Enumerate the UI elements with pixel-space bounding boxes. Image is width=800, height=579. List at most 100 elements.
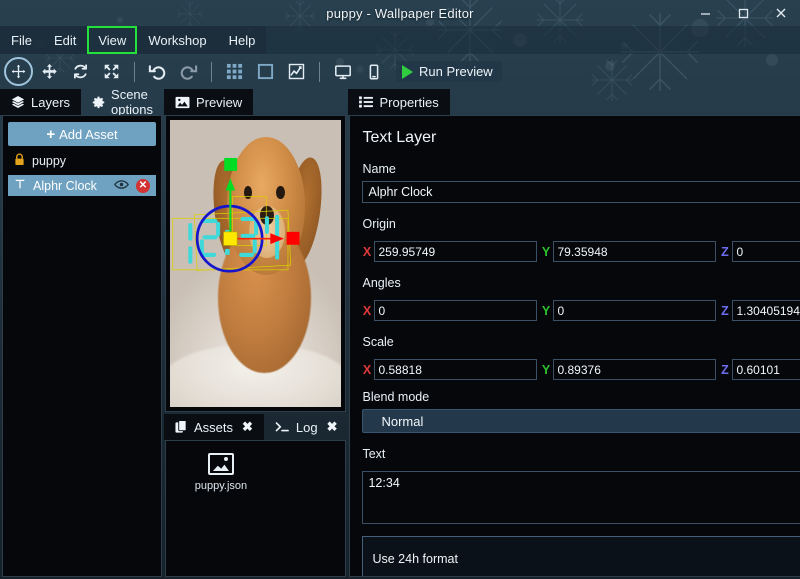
blend-mode-value: Normal — [381, 413, 424, 429]
angles-x-input[interactable] — [374, 300, 538, 321]
close-button[interactable] — [762, 0, 800, 26]
minimize-button[interactable] — [686, 0, 724, 26]
run-preview-button[interactable]: Run Preview — [396, 61, 502, 82]
redo-arrow-icon[interactable] — [174, 57, 203, 86]
toolbar: Run Preview — [0, 54, 800, 89]
tab-preview[interactable]: Preview — [163, 89, 254, 115]
text-value: 12:34 — [368, 476, 400, 490]
text-label-row: Text — [362, 442, 800, 466]
origin-x-input[interactable] — [374, 241, 538, 262]
rotate-icon[interactable] — [66, 57, 95, 86]
axis-label-y: Y — [541, 362, 551, 377]
delete-layer-button[interactable]: ✕ — [135, 178, 150, 193]
menu-file[interactable]: File — [0, 26, 43, 54]
layer-controls: ✕ — [114, 178, 150, 193]
scale-z-input[interactable] — [732, 359, 800, 380]
tab-scene-options-label: Scene options — [111, 87, 153, 117]
menu-view[interactable]: View — [87, 26, 138, 54]
origin-label-row: Origin — [362, 212, 800, 236]
tab-assets[interactable]: Assets ✖ — [163, 414, 264, 440]
phone-icon[interactable] — [359, 57, 388, 86]
run-preview-label: Run Preview — [419, 64, 493, 79]
image-file-icon — [207, 453, 234, 475]
assets-panel-body: puppy.json — [164, 440, 347, 577]
puppy-nose — [260, 206, 274, 225]
layer-name: Alphr Clock — [33, 178, 97, 193]
left-panel-tabs: Layers Scene options — [0, 87, 164, 117]
window-title: puppy - Wallpaper Editor — [326, 5, 474, 21]
scale-label: Scale — [362, 335, 394, 349]
origin-vector-row: X Y Z — [362, 241, 800, 262]
maximize-button[interactable] — [724, 0, 762, 26]
select-tool-button[interactable] — [4, 57, 33, 86]
menu-edit[interactable]: Edit — [42, 26, 88, 54]
puppy-eye-left — [243, 186, 253, 199]
close-log-tab-icon[interactable]: ✖ — [327, 419, 338, 435]
tab-log[interactable]: Log ✖ — [264, 414, 349, 440]
eye-icon[interactable] — [114, 179, 129, 193]
scale-x-input[interactable] — [374, 359, 538, 380]
name-input[interactable] — [362, 181, 800, 203]
origin-z-input[interactable] — [732, 241, 800, 262]
image-icon — [175, 96, 190, 109]
grid-icon[interactable] — [220, 57, 249, 86]
window-controls — [686, 0, 800, 26]
preview-canvas[interactable] — [169, 120, 342, 407]
angles-z-cell: Z — [720, 300, 800, 321]
blend-mode-select[interactable]: Normal — [362, 409, 800, 433]
toolbar-divider-3 — [319, 61, 320, 82]
properties-tabs: Properties — [348, 89, 800, 115]
scale-icon[interactable] — [97, 57, 126, 86]
page-title: Text Layer — [362, 129, 437, 146]
menu-help[interactable]: Help — [217, 26, 267, 54]
move-arrows-icon[interactable] — [35, 57, 64, 86]
plus-icon: + — [46, 125, 56, 143]
square-outline-icon[interactable] — [251, 57, 280, 86]
menu-bar: File Edit View Workshop Help — [0, 26, 800, 54]
angles-y-input[interactable] — [553, 300, 717, 321]
center-panel: Preview Assets ✖ Log ✖ puppy.json — [163, 89, 349, 579]
name-label: Name — [362, 162, 396, 176]
layer-row-puppy[interactable]: puppy — [8, 150, 156, 171]
asset-item[interactable]: puppy.json — [184, 453, 258, 492]
origin-y-input[interactable] — [553, 241, 717, 262]
angles-label-row: Angles — [362, 271, 800, 295]
angles-z-input[interactable] — [732, 300, 800, 321]
origin-y-cell: Y — [541, 241, 717, 262]
tab-properties-label: Properties — [379, 94, 439, 110]
scale-label-row: Scale — [362, 330, 800, 354]
tab-scene-options[interactable]: Scene options — [81, 87, 164, 117]
files-icon — [175, 420, 188, 434]
play-icon — [402, 64, 413, 79]
chart-line-icon[interactable] — [282, 57, 311, 86]
layer-row-alphr-clock[interactable]: Alphr Clock ✕ — [8, 175, 156, 196]
origin-z-cell: Z — [720, 241, 800, 262]
terminal-icon — [275, 421, 290, 433]
layer-header-row: Text Layer — [362, 126, 800, 150]
layers-panel-body: + Add Asset puppy Alphr Clock ✕ — [2, 115, 162, 577]
tab-assets-label: Assets — [193, 419, 233, 435]
tab-layers[interactable]: Layers — [0, 89, 82, 115]
text-input-area[interactable]: 12:34 — [362, 471, 800, 524]
monitor-icon[interactable] — [328, 57, 357, 86]
list-icon — [359, 96, 374, 108]
tab-properties[interactable]: Properties — [348, 89, 450, 115]
origin-label: Origin — [362, 217, 396, 231]
add-asset-button[interactable]: + Add Asset — [8, 122, 156, 146]
title-bar: puppy - Wallpaper Editor — [0, 0, 800, 26]
scale-y-input[interactable] — [553, 359, 717, 380]
menu-workshop[interactable]: Workshop — [137, 26, 218, 54]
right-panel: Properties Text Layer Name Alphr Clock O… — [348, 89, 800, 579]
use-24h-format-row: Use 24h format — [362, 536, 800, 576]
text-layer-icon — [14, 178, 26, 193]
scale-z-cell: Z — [720, 359, 800, 380]
wallpaper-editor-window: puppy - Wallpaper Editor File Edit View … — [0, 0, 800, 579]
axis-label-x: X — [362, 244, 372, 259]
preview-panel-body — [164, 115, 347, 412]
axis-label-y: Y — [541, 303, 551, 318]
close-assets-tab-icon[interactable]: ✖ — [242, 419, 253, 435]
undo-arrow-icon[interactable] — [143, 57, 172, 86]
use-24h-format-label: Use 24h format — [372, 552, 458, 566]
add-asset-label: Add Asset — [59, 126, 118, 142]
scale-x-cell: X — [362, 359, 538, 380]
